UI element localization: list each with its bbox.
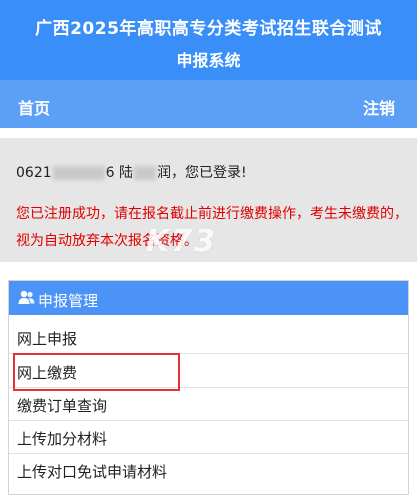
menu-item-upload-exemption[interactable]: 上传对口免试申请材料 (9, 454, 408, 487)
candidate-name-start: 陆 (119, 165, 134, 181)
redacted-name (134, 166, 157, 180)
candidate-id-prefix: 0621 (16, 165, 52, 181)
header: 广西2025年高职高专分类考试招生联合测试 申报系统 (0, 0, 417, 80)
login-message: ，您已登录! (171, 165, 247, 181)
menu-item-upload-bonus[interactable]: 上传加分材料 (9, 421, 408, 454)
app-title: 广西2025年高职高专分类考试招生联合测试 (35, 19, 382, 39)
menu-item-order-query[interactable]: 缴费订单查询 (9, 388, 408, 421)
watermark-logo: K73 (146, 224, 217, 259)
menu-item-label: 缴费订单查询 (17, 397, 108, 415)
declaration-panel: 申报管理 网上申报 网上缴费 缴费订单查询 上传加分材料 上传对口免试申请材料 (8, 280, 409, 495)
login-status: 0621 6 陆 润，您已登录! (16, 162, 247, 182)
redacted-id (52, 166, 105, 180)
candidate-name-end: 润 (157, 165, 172, 181)
menu-item-label: 网上申报 (17, 330, 78, 348)
menu-item-label: 上传加分材料 (17, 430, 108, 448)
home-link[interactable]: 首页 (18, 95, 50, 119)
panel-heading: 申报管理 (9, 281, 408, 315)
menu-item-online-application[interactable]: 网上申报 (9, 321, 408, 354)
menu-item-label: 上传对口免试申请材料 (17, 463, 168, 481)
highlight-box (13, 353, 180, 391)
logout-link[interactable]: 注销 (363, 95, 395, 119)
app-subtitle: 申报系统 (176, 51, 241, 70)
users-icon (18, 290, 35, 304)
panel-title: 申报管理 (38, 292, 99, 310)
navbar: 首页 注销 (0, 80, 417, 128)
candidate-id-suffix: 6 (105, 165, 115, 181)
